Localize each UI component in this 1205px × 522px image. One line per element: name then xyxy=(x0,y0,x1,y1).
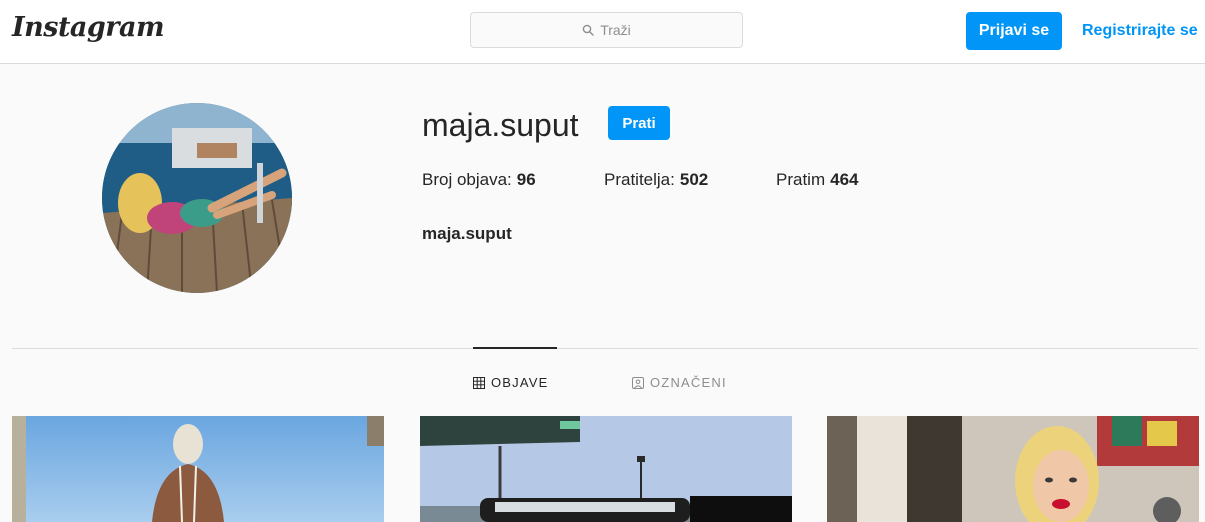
profile-avatar[interactable] xyxy=(102,103,292,293)
post-thumbnail[interactable] xyxy=(420,416,792,522)
following-count: 464 xyxy=(830,170,859,189)
tab-tagged-label: OZNAČENI xyxy=(650,375,727,390)
profile-full-name: maja.suput xyxy=(422,224,512,243)
search-icon xyxy=(582,24,594,36)
posts-label: Broj objava: xyxy=(422,170,512,189)
post-thumbnail[interactable] xyxy=(827,416,1199,522)
search-placeholder: Traži xyxy=(600,22,631,38)
posts-count: 96 xyxy=(516,170,536,189)
profile-stats: Broj objava: 96 Pratitelja: 502 Pratim 4… xyxy=(422,170,859,190)
search-input[interactable]: Traži xyxy=(470,12,743,48)
tab-tagged[interactable]: OZNAČENI xyxy=(632,375,727,390)
followers-count: 502 xyxy=(679,170,709,189)
following-label: Pratim xyxy=(776,170,826,189)
follow-button[interactable]: Prati xyxy=(608,106,670,140)
tabs-divider xyxy=(12,348,1198,349)
post-thumbnail[interactable] xyxy=(12,416,384,522)
tab-posts-label: OBJAVE xyxy=(491,375,549,390)
grid-icon xyxy=(473,376,485,389)
register-link[interactable]: Registrirajte se xyxy=(1082,22,1198,40)
profile-username: maja.suput xyxy=(422,107,579,143)
active-tab-indicator xyxy=(473,347,557,349)
tagged-icon xyxy=(632,376,644,389)
login-button[interactable]: Prijavi se xyxy=(966,12,1062,50)
stat-posts: Broj objava: 96 xyxy=(422,170,604,190)
stat-following[interactable]: Pratim 464 xyxy=(776,170,859,190)
tab-posts[interactable]: OBJAVE xyxy=(473,375,549,390)
instagram-logo[interactable]: Instagram xyxy=(12,12,165,43)
stat-followers[interactable]: Pratitelja: 502 xyxy=(604,170,776,190)
followers-label: Pratitelja: xyxy=(604,170,675,189)
top-navigation-bar: Instagram Traži Prijavi se Registrirajte… xyxy=(0,0,1205,64)
